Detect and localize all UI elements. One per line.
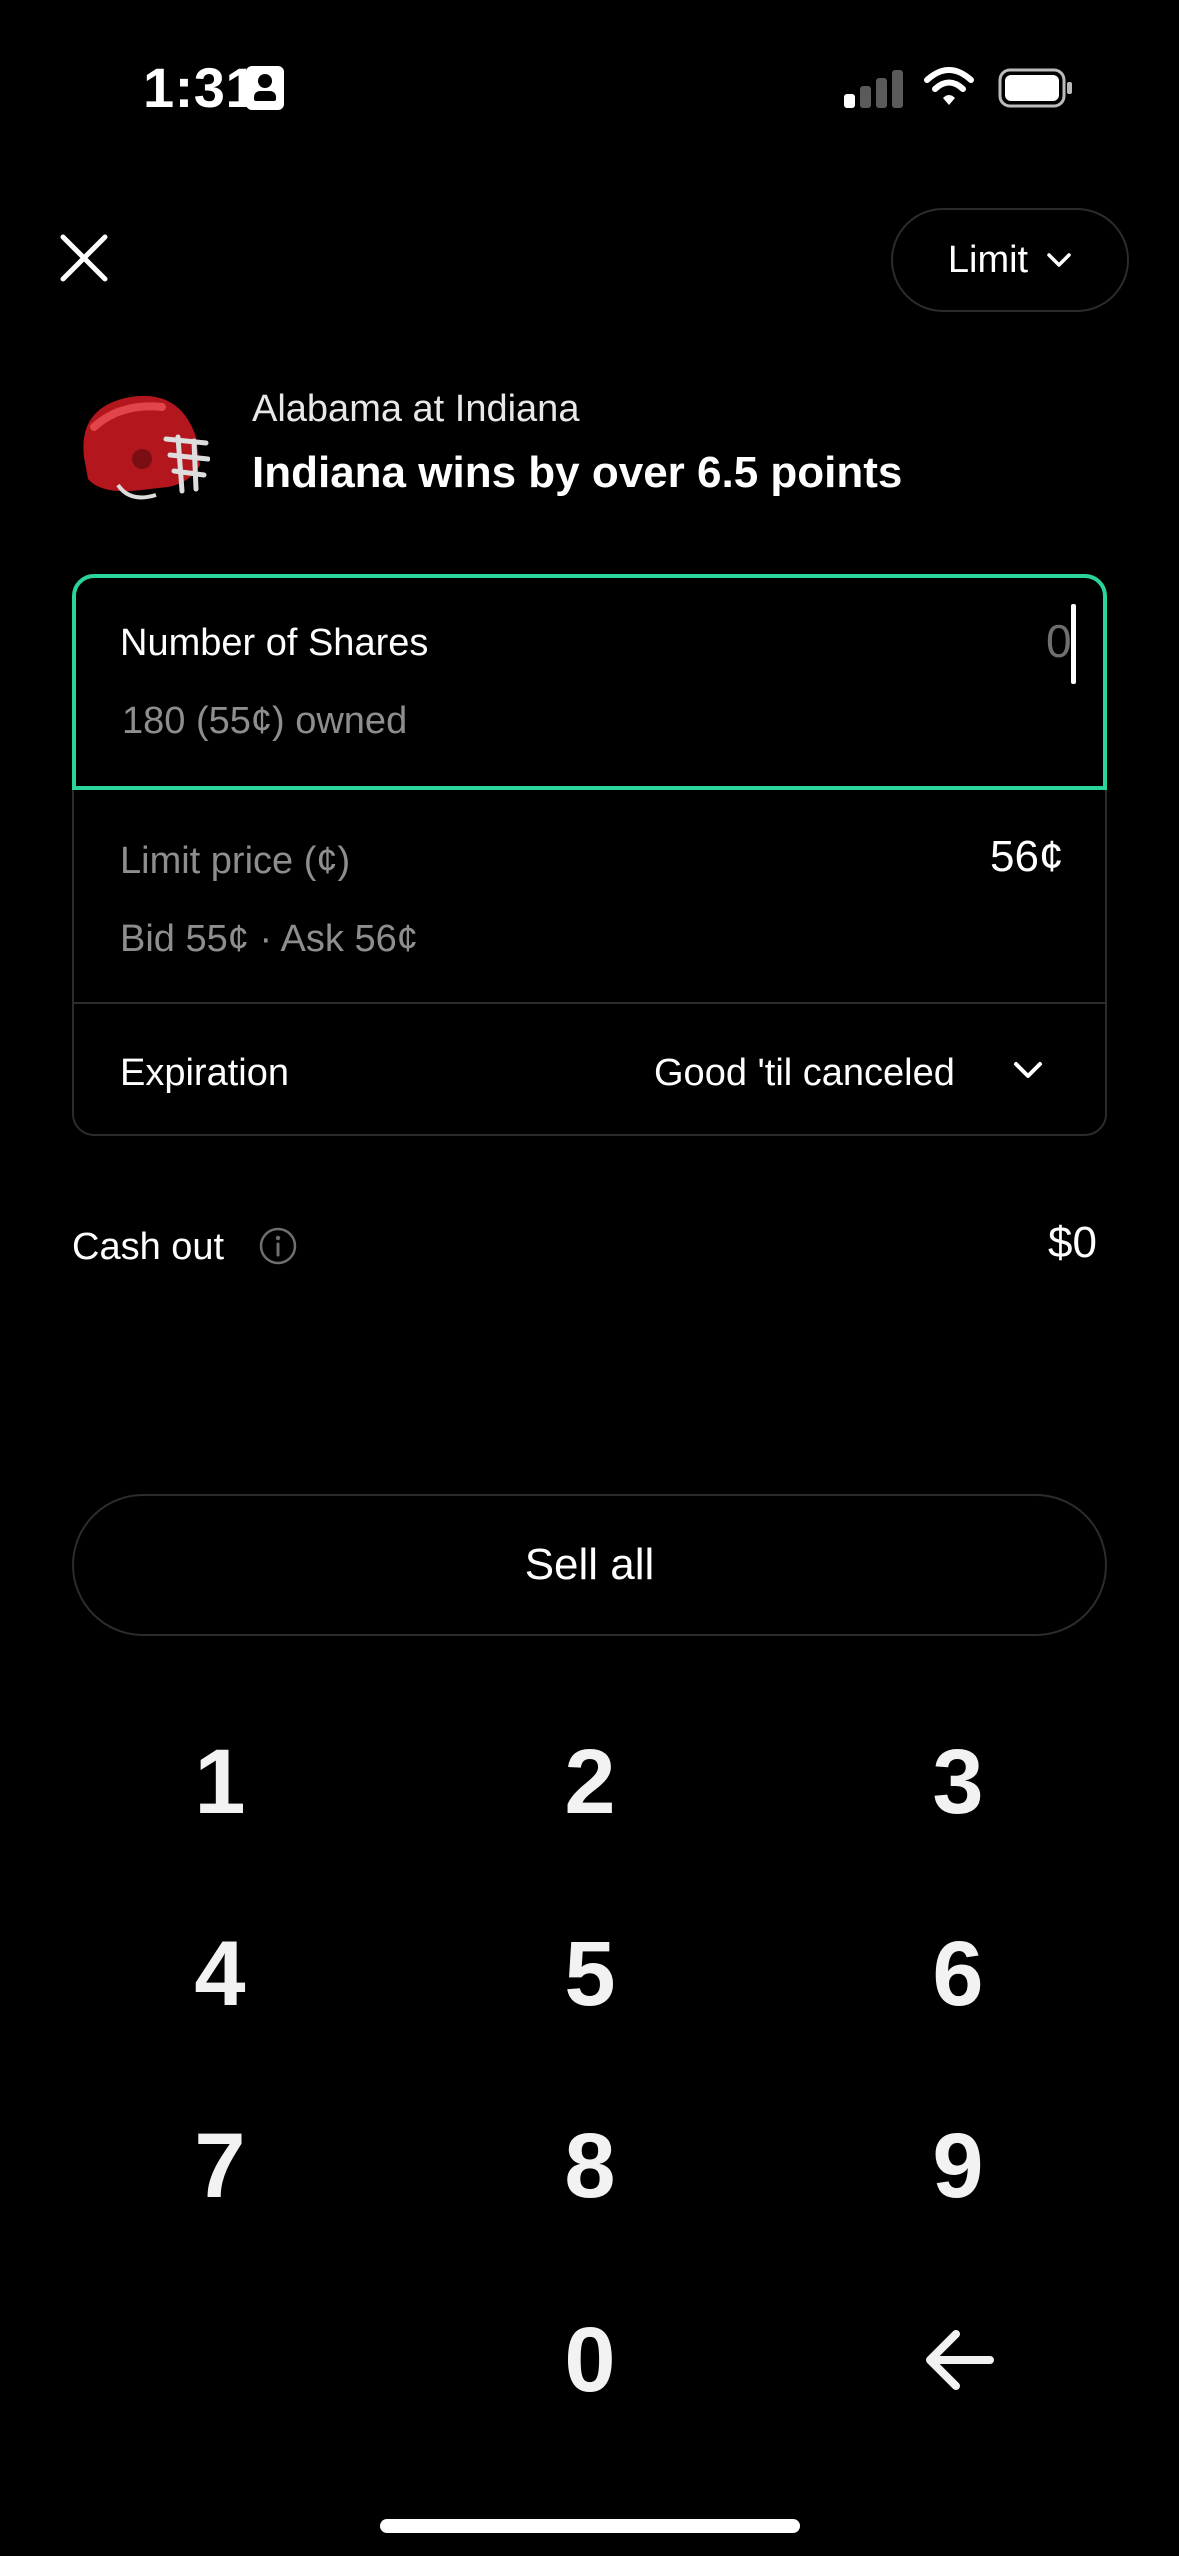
limit-price-label: Limit price (¢) <box>120 840 351 882</box>
divider <box>74 1002 1105 1004</box>
status-time: 1:31 <box>143 56 258 119</box>
backspace-icon <box>926 2330 994 2390</box>
chevron-down-icon <box>1047 253 1071 267</box>
wifi-icon <box>924 67 974 105</box>
chevron-down-icon[interactable] <box>1012 1060 1044 1082</box>
cash-out-label: Cash out <box>72 1226 225 1268</box>
keypad-backspace[interactable] <box>808 2290 1108 2430</box>
keypad-key-6[interactable]: 6 <box>808 1904 1108 2044</box>
keypad-key-7[interactable]: 7 <box>70 2096 370 2236</box>
market-title: Indiana wins by over 6.5 points <box>252 448 903 497</box>
sell-all-button[interactable]: Sell all <box>72 1494 1107 1636</box>
limit-price-input[interactable]: 56¢ <box>990 832 1063 882</box>
info-icon[interactable] <box>258 1226 298 1266</box>
order-type-label: Limit <box>947 238 1029 281</box>
keypad-key-3[interactable]: 3 <box>808 1712 1108 1852</box>
shares-input[interactable]: 0 <box>1046 614 1072 668</box>
keypad-key-0[interactable]: 0 <box>440 2290 740 2430</box>
id-card-icon <box>246 66 284 110</box>
expiration-select[interactable]: Good 'til canceled <box>654 1052 955 1095</box>
event-matchup: Alabama at Indiana <box>252 388 580 430</box>
keypad-key-1[interactable]: 1 <box>70 1712 370 1852</box>
battery-icon <box>998 68 1072 108</box>
cash-out-value: $0 <box>1048 1218 1097 1267</box>
shares-field[interactable] <box>72 574 1107 790</box>
helmet-icon <box>83 395 210 500</box>
shares-label: Number of Shares <box>120 622 429 664</box>
order-type-selector[interactable]: Limit <box>891 208 1129 312</box>
owned-shares-text: 180 (55¢) owned <box>122 700 408 742</box>
home-indicator <box>380 2519 800 2533</box>
text-cursor <box>1071 604 1076 684</box>
keypad-key-9[interactable]: 9 <box>808 2096 1108 2236</box>
bid-ask-text: Bid 55¢ · Ask 56¢ <box>120 918 418 960</box>
expiration-label: Expiration <box>120 1052 289 1094</box>
keypad-key-5[interactable]: 5 <box>440 1904 740 2044</box>
close-icon[interactable] <box>58 232 110 284</box>
keypad-key-8[interactable]: 8 <box>440 2096 740 2236</box>
keypad-key-4[interactable]: 4 <box>70 1904 370 2044</box>
keypad-key-2[interactable]: 2 <box>440 1712 740 1852</box>
signal-icon <box>844 68 904 108</box>
